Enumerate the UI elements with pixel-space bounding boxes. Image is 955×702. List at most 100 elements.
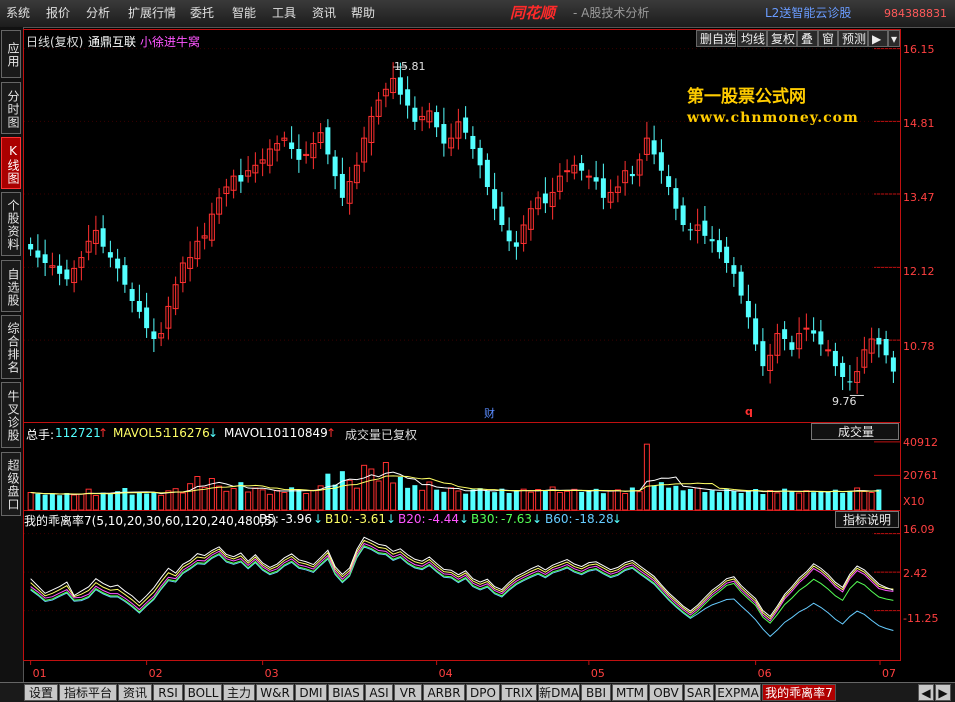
volume-bar (571, 488, 578, 511)
toolbar-button-1[interactable]: 均线 (737, 30, 767, 47)
volume-tick: 40912 (903, 436, 938, 449)
menu-item-1[interactable]: 报价 (46, 0, 70, 27)
menu-item-4[interactable]: 委托 (190, 0, 214, 27)
finance-marker[interactable]: 财 (484, 405, 495, 421)
indicator-tab-18[interactable]: SAR (684, 684, 714, 701)
candle-body (100, 228, 106, 247)
candle-body (651, 140, 657, 155)
indicator-tab-3[interactable]: RSI (153, 684, 183, 701)
indicator-help-button[interactable]: 指标说明 (835, 511, 899, 528)
menu-item-5[interactable]: 智能 (232, 0, 256, 27)
volume-bar (614, 489, 621, 511)
volume-bar (564, 490, 571, 511)
indicator-tab-7[interactable]: DMI (295, 684, 327, 701)
indicator-tab-5[interactable]: 主力 (223, 684, 255, 701)
volume-bar (484, 490, 490, 510)
candle-body (115, 258, 121, 269)
sidebar-tab-7[interactable]: 超级盘口 (1, 452, 21, 516)
volume-bar (716, 492, 722, 510)
toolbar-button-4[interactable]: 窗 (818, 30, 838, 47)
price-tick: 10.78 (903, 340, 935, 353)
toolbar-nav-icon[interactable]: ▶ (868, 30, 888, 47)
toolbar-dropdown-icon[interactable]: ▾ (888, 30, 900, 47)
indicator-tick: -11.25 (903, 612, 939, 625)
event-marker[interactable]: q (745, 405, 753, 418)
toolbar-button-5[interactable]: 预测 (838, 30, 868, 47)
indicator-tab-11[interactable]: ARBR (423, 684, 465, 701)
volume-bar (579, 491, 585, 510)
volume-bar (296, 489, 302, 510)
indicator-tab-8[interactable]: BIAS (328, 684, 364, 701)
sidebar-tab-1[interactable]: 分时图 (1, 82, 21, 134)
sidebar-tab-4[interactable]: 自选股 (1, 260, 21, 312)
indicator-tab-4[interactable]: BOLL (184, 684, 222, 701)
indicator-tab-6[interactable]: W&R (256, 684, 294, 701)
candle-body (789, 342, 795, 350)
indicator-tab-20[interactable]: 我的乖离率7 (762, 684, 836, 701)
volume-bar (694, 487, 701, 511)
indicator-tab-14[interactable]: 新DMA (538, 684, 580, 701)
b30-value: -7.63 (501, 512, 533, 526)
volume-bar (847, 490, 853, 510)
indicator-tab-15[interactable]: BBI (581, 684, 611, 701)
volume-bar (774, 492, 781, 511)
sidebar-tab-3[interactable]: 个股资料 (1, 192, 21, 256)
indicator-tab-0[interactable]: 设置 (24, 684, 58, 701)
candle-body (753, 318, 759, 345)
price-tick: 13.47 (903, 191, 935, 204)
high-price-label: 15.81 (394, 60, 426, 73)
indicator-tab-17[interactable]: OBV (649, 684, 683, 701)
sidebar-tab-2[interactable]: K线图 (1, 137, 21, 189)
mavol10-label: MAVOL10: (224, 426, 286, 440)
candle-body (585, 175, 592, 178)
month-label: 02 (149, 667, 163, 680)
volume-bar (397, 477, 403, 510)
volume-bar (42, 494, 48, 510)
candle-body (332, 156, 338, 177)
indicator-tab-1[interactable]: 指标平台 (59, 684, 117, 701)
volume-bar (92, 495, 99, 511)
indicator-tab-2[interactable]: 资讯 (118, 684, 152, 701)
candle-body (463, 117, 469, 133)
b20-label: B20: (398, 512, 426, 526)
scroll-right-icon[interactable]: ▶ (935, 684, 951, 701)
menu-item-2[interactable]: 分析 (86, 0, 110, 27)
menu-item-7[interactable]: 资讯 (312, 0, 336, 27)
indicator-tab-10[interactable]: VR (394, 684, 422, 701)
volume-bar (144, 493, 150, 510)
candle-body (738, 271, 744, 296)
candle-body (811, 330, 817, 334)
toolbar-button-0[interactable]: 删自选 (696, 30, 736, 47)
menu-item-6[interactable]: 工具 (272, 0, 296, 27)
volume-bar (868, 492, 875, 511)
down-arrow-icon: ↓ (612, 512, 623, 526)
toolbar-button-2[interactable]: 复权 (767, 30, 797, 47)
volume-bar (107, 494, 113, 510)
volume-bar (760, 494, 766, 510)
volume-bar (259, 489, 266, 511)
toolbar-button-3[interactable]: 叠 (797, 30, 818, 47)
menu-item-8[interactable]: 帮助 (351, 0, 375, 27)
menu-item-3[interactable]: 扩展行情 (128, 0, 176, 27)
candle-body (673, 188, 679, 209)
indicator-tab-16[interactable]: MTM (612, 684, 648, 701)
volume-bar (252, 487, 259, 511)
volume-bar (470, 489, 476, 510)
scroll-left-icon[interactable]: ◀ (918, 684, 934, 701)
indicator-tab-9[interactable]: ASI (365, 684, 393, 701)
l2-promo-link[interactable]: L2送智能云诊股 (765, 0, 851, 27)
candle-body (716, 240, 722, 253)
sidebar-tab-5[interactable]: 综合排名 (1, 315, 21, 379)
indicator-tab-13[interactable]: TRIX (501, 684, 537, 701)
indicator-dropdown[interactable]: 成交量 (811, 423, 899, 440)
price-tick: 12.12 (903, 265, 935, 278)
candle-body (122, 265, 128, 285)
sidebar-tab-6[interactable]: 牛叉诊股 (1, 382, 21, 448)
indicator-tab-19[interactable]: EXPMA (715, 684, 761, 701)
sidebar-tab-0[interactable]: 应用 (1, 30, 21, 78)
volume-bar (129, 494, 135, 510)
volume-bar (187, 483, 194, 511)
menu-item-0[interactable]: 系统 (6, 0, 30, 27)
indicator-tab-12[interactable]: DPO (466, 684, 500, 701)
candle-body (840, 362, 846, 377)
